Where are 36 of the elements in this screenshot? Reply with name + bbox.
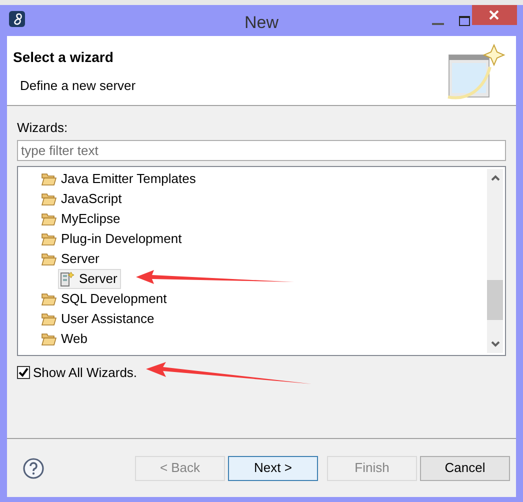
show-all-checkbox[interactable]: Show All Wizards. (17, 362, 138, 382)
window-title: New (244, 12, 278, 34)
scrollbar[interactable] (487, 168, 503, 352)
page-title: Select a wizard (13, 48, 114, 67)
folder-icon (41, 212, 57, 226)
wizard-button[interactable]: Next > (228, 456, 318, 480)
tree-item[interactable]: Plug-in Development (40, 228, 186, 248)
server-wizard-icon (59, 270, 75, 286)
minimize-button[interactable] (432, 22, 444, 26)
folder-icon (41, 312, 57, 326)
page-description: Define a new server (20, 77, 136, 95)
wizard-button[interactable]: Cancel (420, 456, 510, 480)
tree-item[interactable]: Server (40, 248, 104, 268)
maximize-button[interactable] (459, 16, 470, 26)
folder-icon (41, 332, 57, 346)
tree-item[interactable]: SQL Development (40, 288, 171, 308)
filter-field[interactable]: type filter text (17, 140, 506, 160)
tree-item[interactable]: Java Emitter Templates (40, 168, 200, 188)
checkmark-icon (18, 366, 29, 378)
scroll-thumb[interactable] (487, 280, 503, 320)
close-button[interactable] (472, 5, 517, 25)
folder-icon (41, 232, 57, 246)
tree-item[interactable]: JavaScript (40, 188, 126, 208)
tree-item[interactable]: User Assistance (40, 308, 158, 328)
app-icon (9, 11, 25, 27)
folder-icon (41, 172, 57, 186)
scroll-up-icon[interactable] (490, 174, 500, 180)
help-icon[interactable] (23, 458, 44, 478)
folder-icon (41, 292, 57, 306)
tree-item[interactable]: Web (40, 328, 92, 348)
wizards-label: Wizards: (17, 119, 68, 137)
scroll-down-icon[interactable] (490, 340, 500, 346)
folder-icon (41, 252, 57, 266)
folder-icon (41, 192, 57, 206)
tree-item[interactable]: MyEclipse (40, 208, 124, 228)
tree-item[interactable]: Server (58, 268, 122, 288)
